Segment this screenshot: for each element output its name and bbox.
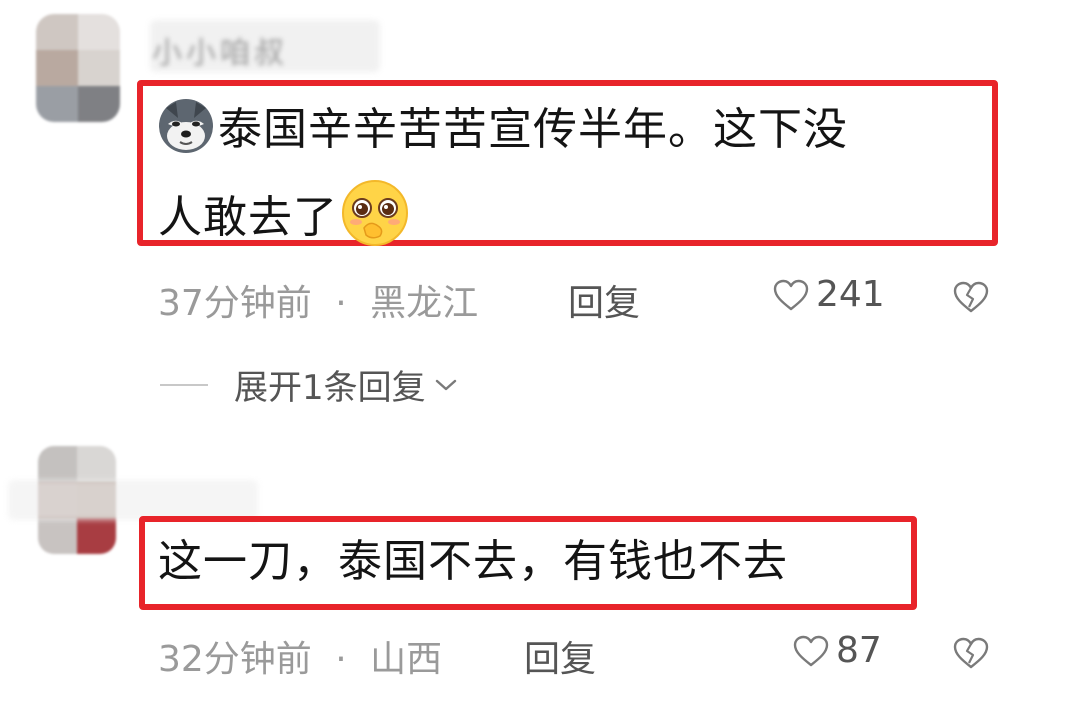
like-count: 241 [816,274,885,315]
avatar[interactable] [36,14,120,122]
like-button[interactable]: 87 [792,630,882,671]
heart-icon [773,279,809,310]
expand-replies[interactable]: 展开1条回复 [160,360,460,409]
comment-text-line2-row: 人敢去了 [158,178,410,250]
comment-time: 37分钟前 [158,283,312,324]
username[interactable]: 小小咱叔 [152,28,288,72]
heart-icon [793,635,829,666]
like-button[interactable]: 241 [772,274,885,315]
broken-heart-icon[interactable] [952,636,990,670]
chevron-down-icon [435,379,456,390]
comment-feed: 小小咱叔 泰国辛辛苦苦宣传半年。这下没 人敢去了 37分钟前 · 黑龙江 回复 … [0,0,1070,714]
like-count: 87 [836,630,882,671]
comment-location: 山西 [370,639,443,680]
comment-meta: 37分钟前 · 黑龙江 [158,274,478,326]
comment-meta: 32分钟前 · 山西 [158,630,442,682]
comment-text-line1: 泰国辛辛苦苦宣传半年。这下没 [218,104,848,155]
reply-button[interactable]: 回复 [568,274,640,326]
blush-emoji-icon [342,180,408,246]
husky-emoji-icon [159,99,213,153]
broken-heart-icon[interactable] [952,280,990,314]
comment-time: 32分钟前 [158,639,312,680]
comment-text: 泰国辛辛苦苦宣传半年。这下没 [158,98,848,162]
meta-separator: · [335,639,347,680]
meta-separator: · [335,283,347,324]
username-blur [8,480,258,520]
comment-text-line2: 人敢去了 [158,192,338,243]
reply-button[interactable]: 回复 [524,630,596,682]
expand-divider [160,383,208,386]
comment-location: 黑龙江 [370,283,479,324]
expand-label: 展开1条回复 [234,368,426,408]
comment-text: 这一刀，泰国不去，有钱也不去 [158,536,788,587]
